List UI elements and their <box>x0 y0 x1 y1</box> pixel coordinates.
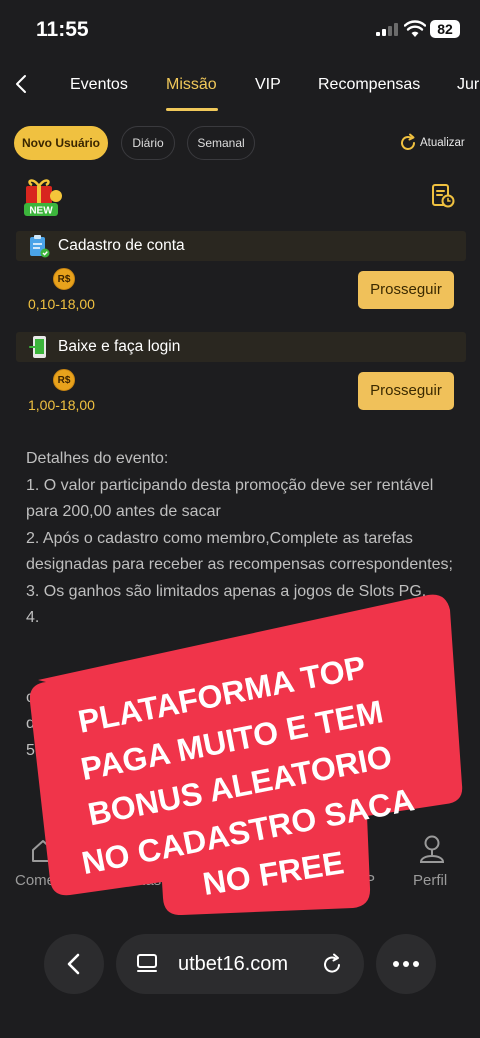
coin-icon: R$ <box>53 268 75 290</box>
refresh-button-label[interactable]: Atualizar <box>420 137 465 149</box>
prosseguir-button[interactable]: Prosseguir <box>358 271 454 309</box>
refresh-icon[interactable] <box>398 133 418 153</box>
page-menu-icon[interactable] <box>136 953 158 975</box>
chip-semanal[interactable]: Semanal <box>187 126 255 160</box>
signal-icon <box>376 22 398 36</box>
active-tab-indicator <box>166 108 218 111</box>
history-icon[interactable] <box>430 183 456 209</box>
details-heading: Detalhes do evento: <box>26 450 169 467</box>
new-badge-text: NEW <box>29 206 53 217</box>
phone-download-icon <box>29 336 46 358</box>
browser-more-button[interactable] <box>376 934 436 994</box>
tab-vip[interactable]: VIP <box>255 76 281 94</box>
back-chevron-icon[interactable] <box>10 72 34 96</box>
url-text[interactable]: utbet16.com <box>178 953 288 976</box>
details-line: 1. O valor participando desta promoção d… <box>26 476 434 521</box>
chip-novo-usuario[interactable]: Novo Usuário <box>14 126 108 160</box>
promo-sticker: PLATAFORMA TOP PAGA MUITO E TEM BONUS AL… <box>30 594 463 915</box>
task-title: Cadastro de conta <box>58 237 185 254</box>
wifi-icon <box>404 20 426 37</box>
back-arrow-icon <box>67 953 80 975</box>
tab-missao[interactable]: Missão <box>166 76 217 94</box>
clipboard-icon <box>30 235 50 258</box>
status-time: 11:55 <box>36 18 89 41</box>
details-line: 2. Após o cadastro como membro,Complete … <box>26 529 453 574</box>
more-dots-icon <box>393 961 419 967</box>
reload-icon[interactable] <box>320 952 344 976</box>
task-reward: 0,10-18,00 <box>28 296 95 312</box>
browser-back-button[interactable] <box>44 934 104 994</box>
prosseguir-button[interactable]: Prosseguir <box>358 372 454 410</box>
top-navigation: Eventos Missão VIP Recompensas Jur <box>0 62 480 112</box>
chip-diario[interactable]: Diário <box>121 126 175 160</box>
task-title: Baixe e faça login <box>58 338 181 355</box>
tab-recompensas[interactable]: Recompensas <box>318 76 420 94</box>
tab-eventos[interactable]: Eventos <box>70 76 128 94</box>
status-bar: 11:55 82 <box>0 0 480 60</box>
coin-icon: R$ <box>53 369 75 391</box>
battery-indicator: 82 <box>430 20 460 38</box>
new-user-gift-icon: NEW <box>24 179 62 217</box>
task-header-cadastro: Cadastro de conta <box>16 231 466 261</box>
tab-juros[interactable]: Jur <box>457 76 479 94</box>
task-header-login: Baixe e faça login <box>16 332 466 362</box>
task-reward: 1,00-18,00 <box>28 397 95 413</box>
